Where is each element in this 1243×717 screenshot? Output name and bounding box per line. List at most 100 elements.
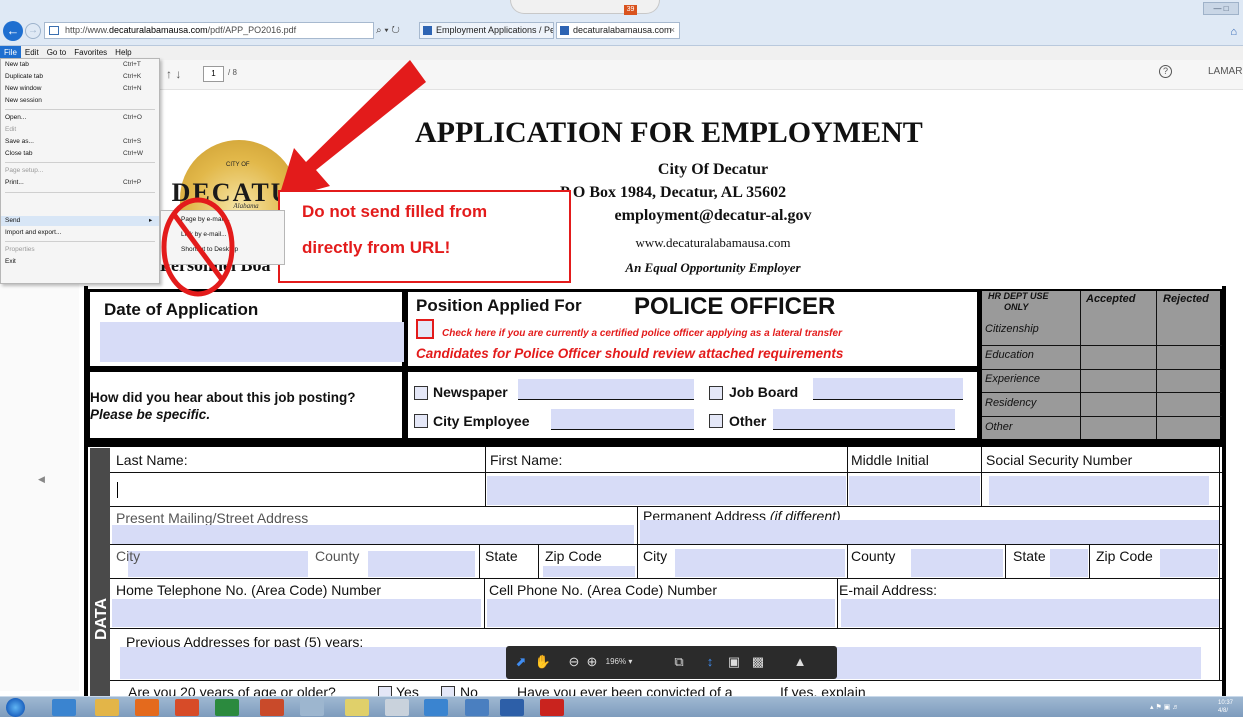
- city-field[interactable]: [128, 551, 308, 577]
- menu-item-exit[interactable]: Exit: [1, 257, 159, 267]
- menu-item-import-export[interactable]: Import and export...: [1, 228, 159, 238]
- newspaper-label: Newspaper: [433, 384, 508, 400]
- zoom-in-icon[interactable]: ⊕: [584, 654, 600, 670]
- taskbar-app-icon[interactable]: [465, 699, 489, 716]
- clock-time: 10:37: [1218, 700, 1234, 706]
- page-up-down-icons[interactable]: ↑ ↓: [166, 67, 181, 81]
- taskbar-acrobat-icon[interactable]: [540, 699, 564, 716]
- close-tab-icon[interactable]: ×: [670, 23, 675, 38]
- taskbar-ie-icon[interactable]: [52, 699, 76, 716]
- taskbar-explorer-icon[interactable]: [95, 699, 119, 716]
- city-employee-field[interactable]: [551, 409, 694, 429]
- fit-width-icon[interactable]: ↕: [702, 654, 718, 670]
- grid-vline: [485, 447, 486, 506]
- perm-county-field[interactable]: [911, 549, 1003, 577]
- ssn-field[interactable]: [989, 476, 1209, 505]
- date-of-application-field[interactable]: [100, 322, 404, 362]
- help-icon[interactable]: ?: [1159, 65, 1172, 78]
- city-employee-checkbox[interactable]: [414, 414, 428, 428]
- taskbar-word-icon[interactable]: [500, 699, 524, 716]
- perm-zip-field[interactable]: [1160, 549, 1218, 577]
- back-button[interactable]: ←: [3, 21, 23, 41]
- personal-data-label: DATA: [93, 597, 110, 640]
- home-icon[interactable]: ⌂: [1230, 26, 1237, 38]
- share-icon[interactable]: ▲: [792, 654, 808, 670]
- window-controls[interactable]: — □: [1203, 2, 1239, 15]
- perm-city-field[interactable]: [675, 549, 845, 577]
- taskbar-outlook-icon[interactable]: [135, 699, 159, 716]
- zoom-out-icon[interactable]: ⊖: [566, 654, 582, 670]
- header-email: employment@decatur-al.gov: [614, 207, 812, 224]
- collapse-arrow-icon[interactable]: ◀: [38, 474, 45, 485]
- pdf-viewer-toolbar: ↑ ↓ 1 / 8 ? LAMAR: [0, 60, 1243, 90]
- email-field[interactable]: [841, 599, 1219, 627]
- other-field[interactable]: [773, 409, 955, 429]
- menu-item-close-tab[interactable]: Close tab Ctrl+W: [1, 149, 159, 159]
- taskbar-powerpoint-icon[interactable]: [260, 699, 284, 716]
- tab-employment-applications[interactable]: Employment Applications / Pe...: [419, 22, 554, 39]
- cell-phone-field[interactable]: [487, 599, 835, 627]
- menu-item-shortcut: Ctrl+T: [123, 61, 141, 68]
- system-tray-icons[interactable]: ▴ ⚑ ▣ ♬: [1150, 703, 1179, 711]
- county-field[interactable]: [368, 551, 475, 577]
- forward-button[interactable]: →: [25, 23, 41, 39]
- lateral-transfer-checkbox[interactable]: [416, 319, 434, 339]
- newspaper-checkbox[interactable]: [414, 386, 428, 400]
- menu-item-properties: Properties: [1, 245, 159, 255]
- present-address-field[interactable]: [112, 525, 634, 544]
- menu-item-open[interactable]: Open... Ctrl+O: [1, 113, 159, 123]
- chevron-down-icon: ▾: [628, 657, 633, 666]
- menu-item-save-as[interactable]: Save as... Ctrl+S: [1, 137, 159, 147]
- menu-item-duplicate-tab[interactable]: Duplicate tab Ctrl+K: [1, 72, 159, 82]
- address-bar[interactable]: http://www.decaturalabamausa.com/pdf/APP…: [44, 22, 374, 39]
- header-eoe: An Equal Opportunity Employer: [625, 260, 801, 275]
- grid-vline: [981, 447, 982, 506]
- perm-state-field[interactable]: [1050, 549, 1088, 577]
- job-board-checkbox[interactable]: [709, 386, 723, 400]
- zip-field[interactable]: [543, 566, 635, 577]
- hand-tool-icon[interactable]: ✋: [534, 654, 552, 670]
- menu-item-page-setup: Page setup...: [1, 166, 159, 176]
- taskbar-office-icon[interactable]: [175, 699, 199, 716]
- job-board-field[interactable]: [813, 378, 963, 399]
- menu-item-new-tab[interactable]: New tab Ctrl+T: [1, 60, 159, 70]
- red-arrow-annotation: [278, 60, 426, 200]
- page-number-input[interactable]: 1: [203, 66, 224, 82]
- tab-decatur-home[interactable]: decaturalabamausa.com ×: [556, 22, 680, 39]
- search-refresh-icons[interactable]: ⌕ ▾ ↻: [376, 22, 416, 39]
- copy-icon[interactable]: ⧉: [671, 654, 687, 670]
- clock-date: 4/8/: [1218, 708, 1229, 714]
- select-cursor-icon[interactable]: ⬈: [514, 654, 528, 670]
- menu-item-new-session[interactable]: New session: [1, 96, 159, 106]
- taskbar-excel-icon[interactable]: [215, 699, 239, 716]
- other-checkbox[interactable]: [709, 414, 723, 428]
- home-phone-field[interactable]: [112, 599, 481, 627]
- notification-badge[interactable]: 39: [624, 5, 637, 15]
- zip-label: Zip Code: [545, 548, 602, 564]
- start-button[interactable]: [6, 698, 25, 717]
- menu-item-print[interactable]: Print... Ctrl+P: [1, 178, 159, 188]
- zoom-level-select[interactable]: 196% ▾: [604, 654, 634, 670]
- taskbar-printer-icon[interactable]: [385, 699, 409, 716]
- menu-item-send[interactable]: Send ▸: [1, 216, 159, 226]
- newspaper-field[interactable]: [518, 379, 694, 399]
- fullscreen-icon[interactable]: ▩: [750, 654, 766, 670]
- first-name-field[interactable]: [487, 476, 846, 505]
- last-name-field[interactable]: [114, 477, 484, 504]
- taskbar-app-icon[interactable]: [300, 699, 324, 716]
- grid-line: [110, 578, 1222, 579]
- taskbar-clock[interactable]: 10:37 4/8/: [1218, 699, 1233, 715]
- taskbar-browser-icon[interactable]: [424, 699, 448, 716]
- county-label: County: [315, 548, 360, 564]
- middle-initial-field[interactable]: [849, 476, 980, 505]
- job-board-label: Job Board: [729, 384, 799, 400]
- hr-row-other: Other: [985, 421, 1013, 433]
- menu-item-label: Properties: [5, 246, 35, 253]
- menu-separator: [5, 241, 155, 242]
- grid-vline: [484, 578, 485, 628]
- taskbar-notes-icon[interactable]: [345, 699, 369, 716]
- user-name[interactable]: LAMAR: [1208, 66, 1242, 77]
- menu-item-new-window[interactable]: New window Ctrl+N: [1, 84, 159, 94]
- permanent-address-field[interactable]: [640, 520, 1219, 544]
- fit-page-icon[interactable]: ▣: [726, 654, 742, 670]
